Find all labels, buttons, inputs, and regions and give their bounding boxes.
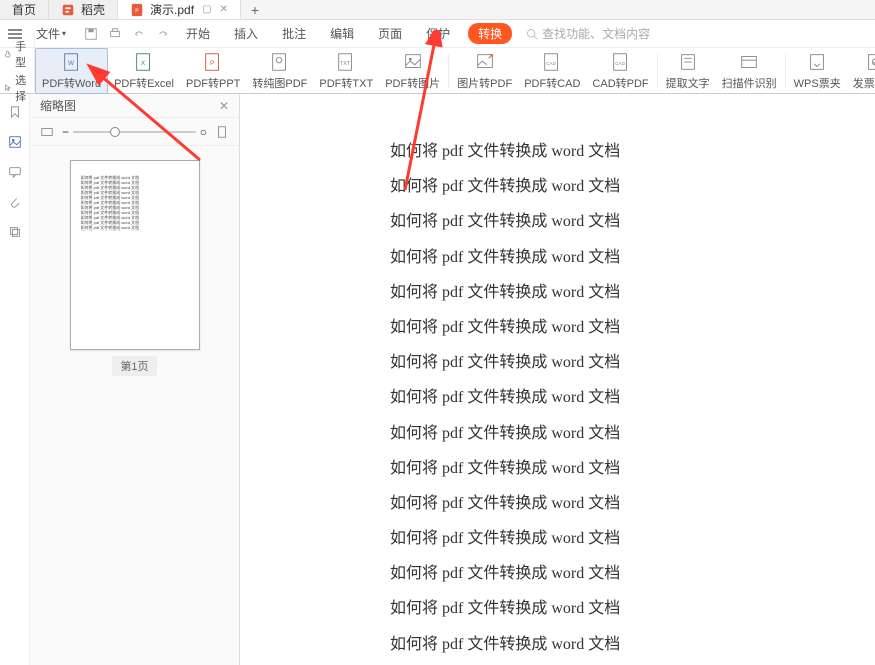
tool-PDF转CAD[interactable]: CADPDF转CAD	[518, 48, 586, 94]
svg-text:X: X	[141, 59, 146, 66]
tool-PDF转Word[interactable]: WPDF转Word	[35, 48, 108, 94]
save-icon[interactable]	[82, 25, 100, 43]
minimize-doc-icon[interactable]: ▢	[202, 4, 211, 15]
tool-icon: W	[61, 51, 83, 73]
document-text-line: 如何将 pdf 文件转换成 word 文档	[390, 521, 815, 556]
bookmark-panel-icon[interactable]	[7, 104, 23, 120]
document-text-line: 如何将 pdf 文件转换成 word 文档	[390, 451, 815, 486]
docer-tab-icon	[61, 3, 75, 17]
undo-icon[interactable]	[130, 25, 148, 43]
layers-panel-icon[interactable]	[7, 224, 23, 240]
svg-text:P: P	[210, 59, 214, 66]
tab-label: 演示.pdf	[150, 1, 194, 18]
tab-document[interactable]: P 演示.pdf ▢ ✕	[118, 0, 241, 19]
tab-docer[interactable]: 稻壳	[49, 0, 118, 19]
thumbnail-panel-icon[interactable]	[7, 134, 23, 150]
fit-page-icon[interactable]	[215, 125, 229, 139]
document-text-line: 如何将 pdf 文件转换成 word 文档	[390, 240, 815, 275]
redo-icon[interactable]	[154, 25, 172, 43]
page-thumbnail[interactable]: 如何将 pdf 文件转换成 word 文档如何将 pdf 文件转换成 word …	[70, 160, 200, 350]
search-icon	[526, 28, 538, 40]
svg-text:CAD: CAD	[615, 60, 625, 65]
close-tab-icon[interactable]: ✕	[220, 4, 228, 15]
document-text-line: 如何将 pdf 文件转换成 word 文档	[390, 169, 815, 204]
tool-PDF转PPT[interactable]: PPDF转PPT	[180, 48, 246, 94]
pdf-tab-icon: P	[130, 3, 144, 17]
tool-PDF转图片[interactable]: PDF转图片	[379, 48, 446, 94]
tab-home[interactable]: 首页	[0, 0, 49, 19]
tool-icon	[402, 51, 424, 73]
tool-icon	[738, 51, 760, 73]
tool-icon: CAD	[541, 51, 563, 73]
comment-panel-icon[interactable]	[7, 164, 23, 180]
close-panel-icon[interactable]: ✕	[219, 99, 229, 113]
side-panel-tabs	[0, 94, 30, 665]
tool-icon	[677, 51, 699, 73]
tool-发票查验[interactable]: 发票查验	[847, 48, 875, 94]
tool-icon	[864, 51, 875, 73]
tool-PDF转TXT[interactable]: TXTPDF转TXT	[313, 48, 379, 94]
tab-label: 首页	[12, 1, 36, 18]
tool-icon: CAD	[610, 51, 632, 73]
document-text-line: 如何将 pdf 文件转换成 word 文档	[390, 486, 815, 521]
tab-label: 稻壳	[81, 1, 105, 18]
menu-insert[interactable]: 插入	[228, 23, 264, 44]
page-number-label: 第1页	[112, 356, 156, 376]
attachment-panel-icon[interactable]	[7, 194, 23, 210]
tool-icon: TXT	[335, 51, 357, 73]
menu-edit[interactable]: 编辑	[324, 23, 360, 44]
tool-图片转PDF[interactable]: 图片转PDF	[451, 48, 518, 94]
new-tab-button[interactable]: +	[241, 2, 269, 18]
cursor-icon	[4, 82, 12, 94]
tool-PDF转Excel[interactable]: XPDF转Excel	[108, 48, 180, 94]
document-text-line: 如何将 pdf 文件转换成 word 文档	[390, 416, 815, 451]
svg-text:TXT: TXT	[340, 60, 351, 66]
thumbnail-zoom-slider[interactable]: − ○	[62, 125, 207, 139]
main-area: 缩略图 ✕ − ○ 如何将 pdf 文件转换成 word 文档如何将 pdf 文…	[0, 94, 875, 665]
tab-bar: 首页 稻壳 P 演示.pdf ▢ ✕ +	[0, 0, 875, 20]
document-text-line: 如何将 pdf 文件转换成 word 文档	[390, 310, 815, 345]
hand-icon	[4, 48, 12, 60]
menu-start[interactable]: 开始	[180, 23, 216, 44]
tool-icon: X	[133, 51, 155, 73]
tool-icon: P	[202, 51, 224, 73]
tool-WPS票夹[interactable]: WPS票夹	[788, 48, 847, 94]
menu-bar: 文件 开始 插入 批注 编辑 页面 保护 转换 查找功能、文档内容	[0, 20, 875, 48]
tool-icon	[474, 51, 496, 73]
document-text-line: 如何将 pdf 文件转换成 word 文档	[390, 627, 815, 662]
svg-text:P: P	[135, 8, 139, 14]
fit-width-icon[interactable]	[40, 125, 54, 139]
conversion-toolbar: 手型 选择 WPDF转WordXPDF转ExcelPPDF转PPT转纯图PDFT…	[0, 48, 875, 94]
tool-提取文字[interactable]: 提取文字	[660, 48, 716, 94]
menu-annotate[interactable]: 批注	[276, 23, 312, 44]
document-text-line: 如何将 pdf 文件转换成 word 文档	[390, 591, 815, 626]
document-text-line: 如何将 pdf 文件转换成 word 文档	[390, 556, 815, 591]
tool-icon	[806, 51, 828, 73]
tool-icon	[269, 51, 291, 73]
thumbnail-item[interactable]: 如何将 pdf 文件转换成 word 文档如何将 pdf 文件转换成 word …	[44, 160, 225, 376]
menu-page[interactable]: 页面	[372, 23, 408, 44]
print-icon[interactable]	[106, 25, 124, 43]
thumbnail-panel: 缩略图 ✕ − ○ 如何将 pdf 文件转换成 word 文档如何将 pdf 文…	[30, 94, 240, 665]
document-text-line: 如何将 pdf 文件转换成 word 文档	[390, 134, 815, 169]
svg-text:CAD: CAD	[547, 60, 557, 65]
hand-tool[interactable]: 手型	[4, 38, 30, 70]
document-viewer[interactable]: 如何将 pdf 文件转换成 word 文档如何将 pdf 文件转换成 word …	[240, 94, 875, 665]
svg-text:W: W	[68, 59, 75, 66]
tool-转纯图PDF[interactable]: 转纯图PDF	[246, 48, 313, 94]
document-text-line: 如何将 pdf 文件转换成 word 文档	[390, 275, 815, 310]
menu-protect[interactable]: 保护	[420, 23, 456, 44]
document-text-line: 如何将 pdf 文件转换成 word 文档	[390, 204, 815, 239]
document-text-line: 如何将 pdf 文件转换成 word 文档	[390, 380, 815, 415]
search-box[interactable]: 查找功能、文档内容	[526, 25, 650, 42]
tool-扫描件识别[interactable]: 扫描件识别	[716, 48, 783, 94]
tool-CAD转PDF[interactable]: CADCAD转PDF	[586, 48, 654, 94]
menu-convert[interactable]: 转换	[468, 23, 512, 44]
document-text-line: 如何将 pdf 文件转换成 word 文档	[390, 345, 815, 380]
thumbnail-panel-title: 缩略图	[40, 97, 76, 114]
